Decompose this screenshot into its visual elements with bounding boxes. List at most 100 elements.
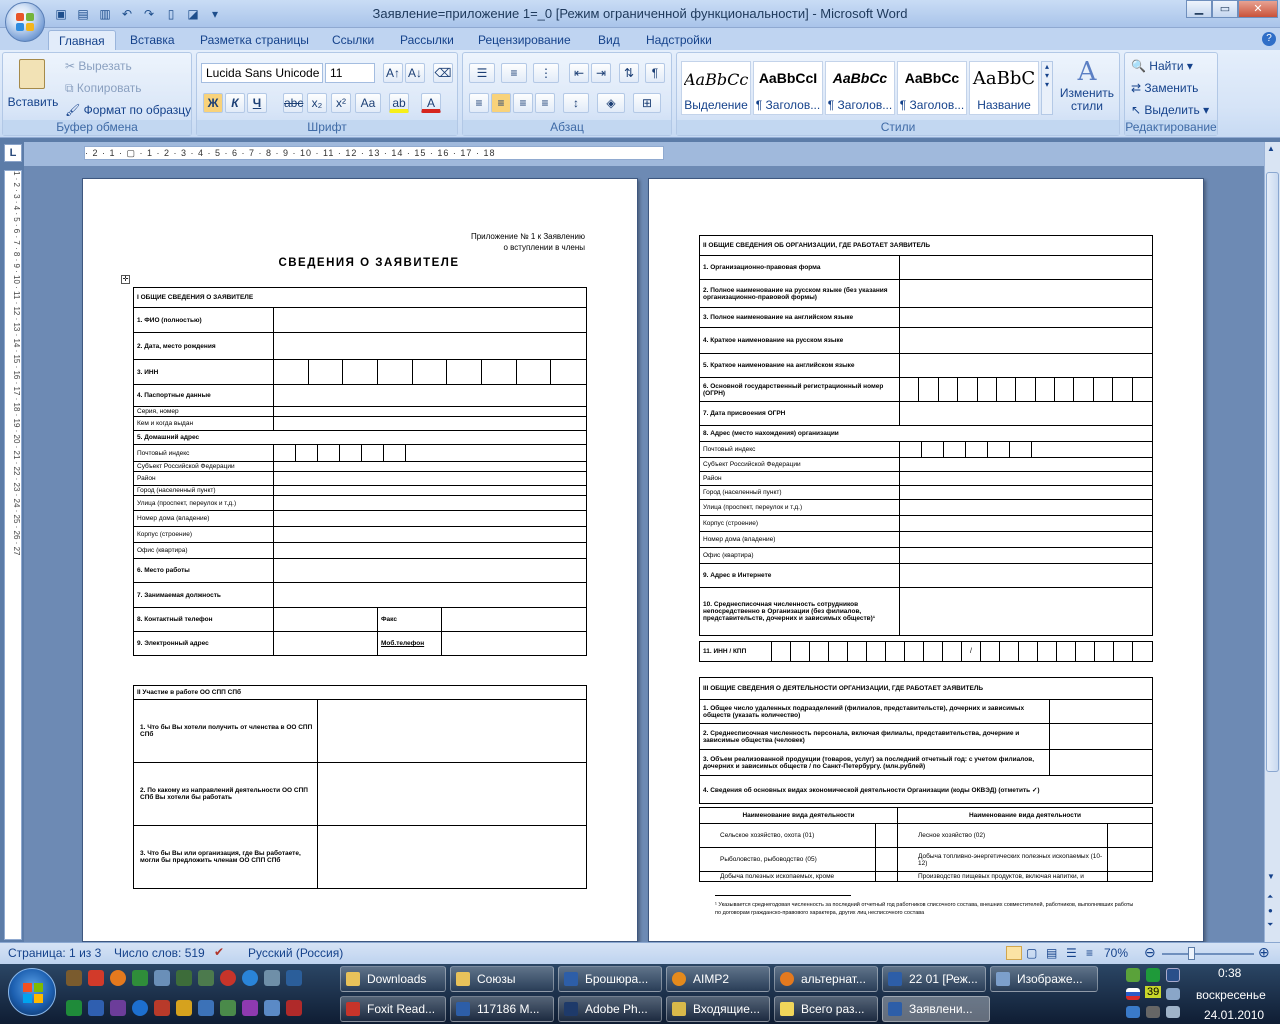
input-cell[interactable] bbox=[273, 384, 587, 407]
input-cell[interactable] bbox=[1049, 699, 1153, 724]
postcode-cells[interactable] bbox=[899, 441, 1153, 458]
browse-object-icon[interactable]: ● bbox=[1268, 906, 1273, 915]
ie-icon[interactable] bbox=[242, 970, 258, 986]
input-cell[interactable] bbox=[899, 457, 1153, 472]
align-right-icon[interactable]: ≡ bbox=[513, 93, 533, 113]
scroll-up-icon[interactable]: ▲ bbox=[1267, 144, 1275, 153]
style-heading-2[interactable]: AaBbCc ¶ Заголов... bbox=[825, 61, 895, 115]
answer-cell[interactable] bbox=[317, 762, 587, 826]
input-cell[interactable] bbox=[273, 485, 587, 496]
pilcrow-icon[interactable]: ¶ bbox=[645, 63, 665, 83]
style-emphasis[interactable]: AaBbCcI Выделение bbox=[681, 61, 751, 115]
inn-cells[interactable] bbox=[273, 359, 587, 385]
taskbar-button-active[interactable]: Заявлени... bbox=[882, 996, 990, 1022]
quicklaunch-icon[interactable] bbox=[176, 970, 192, 986]
clock-date[interactable]: 24.01.2010 bbox=[1204, 1008, 1264, 1022]
input-cell[interactable] bbox=[899, 307, 1153, 328]
horizontal-ruler[interactable]: · 2 · 1 · ▢ · 1 · 2 · 3 · 4 · 5 · 6 · 7 … bbox=[24, 142, 1264, 166]
language-flag-icon[interactable] bbox=[1126, 988, 1140, 1000]
close-button[interactable]: ✕ bbox=[1238, 0, 1278, 18]
input-cell[interactable] bbox=[899, 255, 1153, 280]
check-cell[interactable] bbox=[875, 847, 898, 872]
office-button[interactable] bbox=[5, 2, 45, 42]
zoom-in-icon[interactable]: ⊕ bbox=[1258, 944, 1270, 961]
input-cell[interactable] bbox=[899, 515, 1153, 532]
language[interactable]: Русский (Россия) bbox=[248, 946, 343, 960]
bold-button[interactable]: Ж bbox=[203, 93, 223, 113]
input-cell[interactable] bbox=[273, 542, 587, 559]
quicklaunch-icon[interactable] bbox=[88, 970, 104, 986]
tab-selector[interactable]: L bbox=[4, 144, 22, 162]
copy-button[interactable]: ⧉ Копировать bbox=[65, 81, 142, 96]
style-heading-3[interactable]: AaBbCc ¶ Заголов... bbox=[897, 61, 967, 115]
check-cell[interactable] bbox=[1107, 871, 1153, 882]
input-cell[interactable] bbox=[273, 332, 587, 360]
check-cell[interactable] bbox=[875, 823, 898, 848]
clear-format-icon[interactable]: ⌫ bbox=[433, 63, 453, 83]
numbering-icon[interactable]: ≡ bbox=[501, 63, 527, 83]
page-count[interactable]: Страница: 1 из 3 bbox=[8, 946, 101, 960]
check-cell[interactable] bbox=[1107, 847, 1153, 872]
zoom-slider-thumb[interactable] bbox=[1188, 947, 1195, 960]
cut-button[interactable]: ✂ Вырезать bbox=[65, 59, 132, 73]
prev-page-icon[interactable]: ⏶ bbox=[1267, 892, 1273, 902]
tray-icon[interactable] bbox=[1126, 968, 1140, 982]
word-count[interactable]: Число слов: 519 bbox=[114, 946, 205, 960]
input-cell[interactable] bbox=[273, 558, 587, 583]
change-styles-button[interactable]: A Изменить стили bbox=[1057, 57, 1117, 119]
zoom-slider[interactable] bbox=[1162, 953, 1254, 955]
taskbar-button[interactable]: Изображе... bbox=[990, 966, 1098, 992]
input-cell[interactable] bbox=[899, 327, 1153, 354]
sort-icon[interactable]: ⇅ bbox=[619, 63, 639, 83]
inn-kpp-cells[interactable]: / bbox=[771, 641, 1153, 662]
borders-icon[interactable]: ⊞ bbox=[633, 93, 661, 113]
view-print-layout-icon[interactable] bbox=[1006, 946, 1022, 960]
input-cell[interactable] bbox=[899, 499, 1153, 516]
answer-cell[interactable] bbox=[317, 699, 587, 763]
tab-addins[interactable]: Надстройки bbox=[636, 30, 722, 50]
table-move-handle-icon[interactable]: ✛ bbox=[121, 275, 130, 284]
document-page-1[interactable]: Приложение № 1 к Заявлению о вступлении в… bbox=[82, 178, 638, 942]
view-full-screen-icon[interactable]: ▢ bbox=[1026, 946, 1037, 960]
check-cell[interactable] bbox=[1107, 823, 1153, 848]
quicklaunch-icon[interactable] bbox=[154, 1000, 170, 1016]
input-cell[interactable] bbox=[899, 279, 1153, 308]
tab-references[interactable]: Ссылки bbox=[322, 30, 384, 50]
quicklaunch-icon[interactable] bbox=[220, 1000, 236, 1016]
vertical-scrollbar[interactable]: ▲ ▼ ⏶ ● ⏷ bbox=[1264, 142, 1280, 942]
tab-insert[interactable]: Вставка bbox=[120, 30, 185, 50]
taskbar-button[interactable]: Downloads bbox=[340, 966, 446, 992]
subscript-icon[interactable]: x₂ bbox=[307, 93, 327, 113]
tray-icon[interactable] bbox=[1126, 1006, 1140, 1018]
taskbar-button[interactable]: Всего раз... bbox=[774, 996, 878, 1022]
input-cell[interactable] bbox=[899, 587, 1153, 636]
quicklaunch-icon[interactable] bbox=[198, 970, 214, 986]
tray-icon[interactable] bbox=[1146, 1006, 1160, 1018]
quicklaunch-icon[interactable] bbox=[66, 1000, 82, 1016]
spellcheck-icon[interactable]: ✔ bbox=[214, 945, 224, 959]
taskbar-button[interactable]: 117186 М... bbox=[450, 996, 554, 1022]
input-cell[interactable] bbox=[273, 461, 587, 472]
font-name-select[interactable]: Lucida Sans Unicode bbox=[201, 63, 323, 83]
clock-day[interactable]: воскресенье bbox=[1196, 988, 1266, 1002]
tray-icon[interactable] bbox=[1146, 968, 1160, 982]
document-page-2[interactable]: II ОБЩИЕ СВЕДЕНИЯ ОБ ОРГАНИЗАЦИИ, ГДЕ РА… bbox=[648, 178, 1204, 942]
quicklaunch-icon[interactable] bbox=[286, 1000, 302, 1016]
input-cell[interactable] bbox=[273, 406, 587, 417]
input-cell[interactable] bbox=[273, 631, 378, 656]
style-title[interactable]: AaBbC Название bbox=[969, 61, 1039, 115]
input-cell[interactable] bbox=[441, 631, 587, 656]
quicklaunch-icon[interactable] bbox=[198, 1000, 214, 1016]
zoom-level[interactable]: 70% bbox=[1104, 946, 1128, 960]
view-draft-icon[interactable]: ≡ bbox=[1086, 946, 1093, 960]
shrink-font-icon[interactable]: A↓ bbox=[405, 63, 425, 83]
quicklaunch-icon[interactable] bbox=[242, 1000, 258, 1016]
italic-button[interactable]: К bbox=[225, 93, 245, 113]
taskbar-button[interactable]: Foxit Read... bbox=[340, 996, 446, 1022]
quicklaunch-icon[interactable] bbox=[264, 1000, 280, 1016]
clock-time[interactable]: 0:38 bbox=[1218, 966, 1241, 980]
format-painter-button[interactable]: 🖌 Формат по образцу bbox=[65, 103, 191, 117]
multilevel-list-icon[interactable]: ⋮ bbox=[533, 63, 559, 83]
grow-font-icon[interactable]: A↑ bbox=[383, 63, 403, 83]
tray-icon[interactable] bbox=[1166, 968, 1180, 982]
